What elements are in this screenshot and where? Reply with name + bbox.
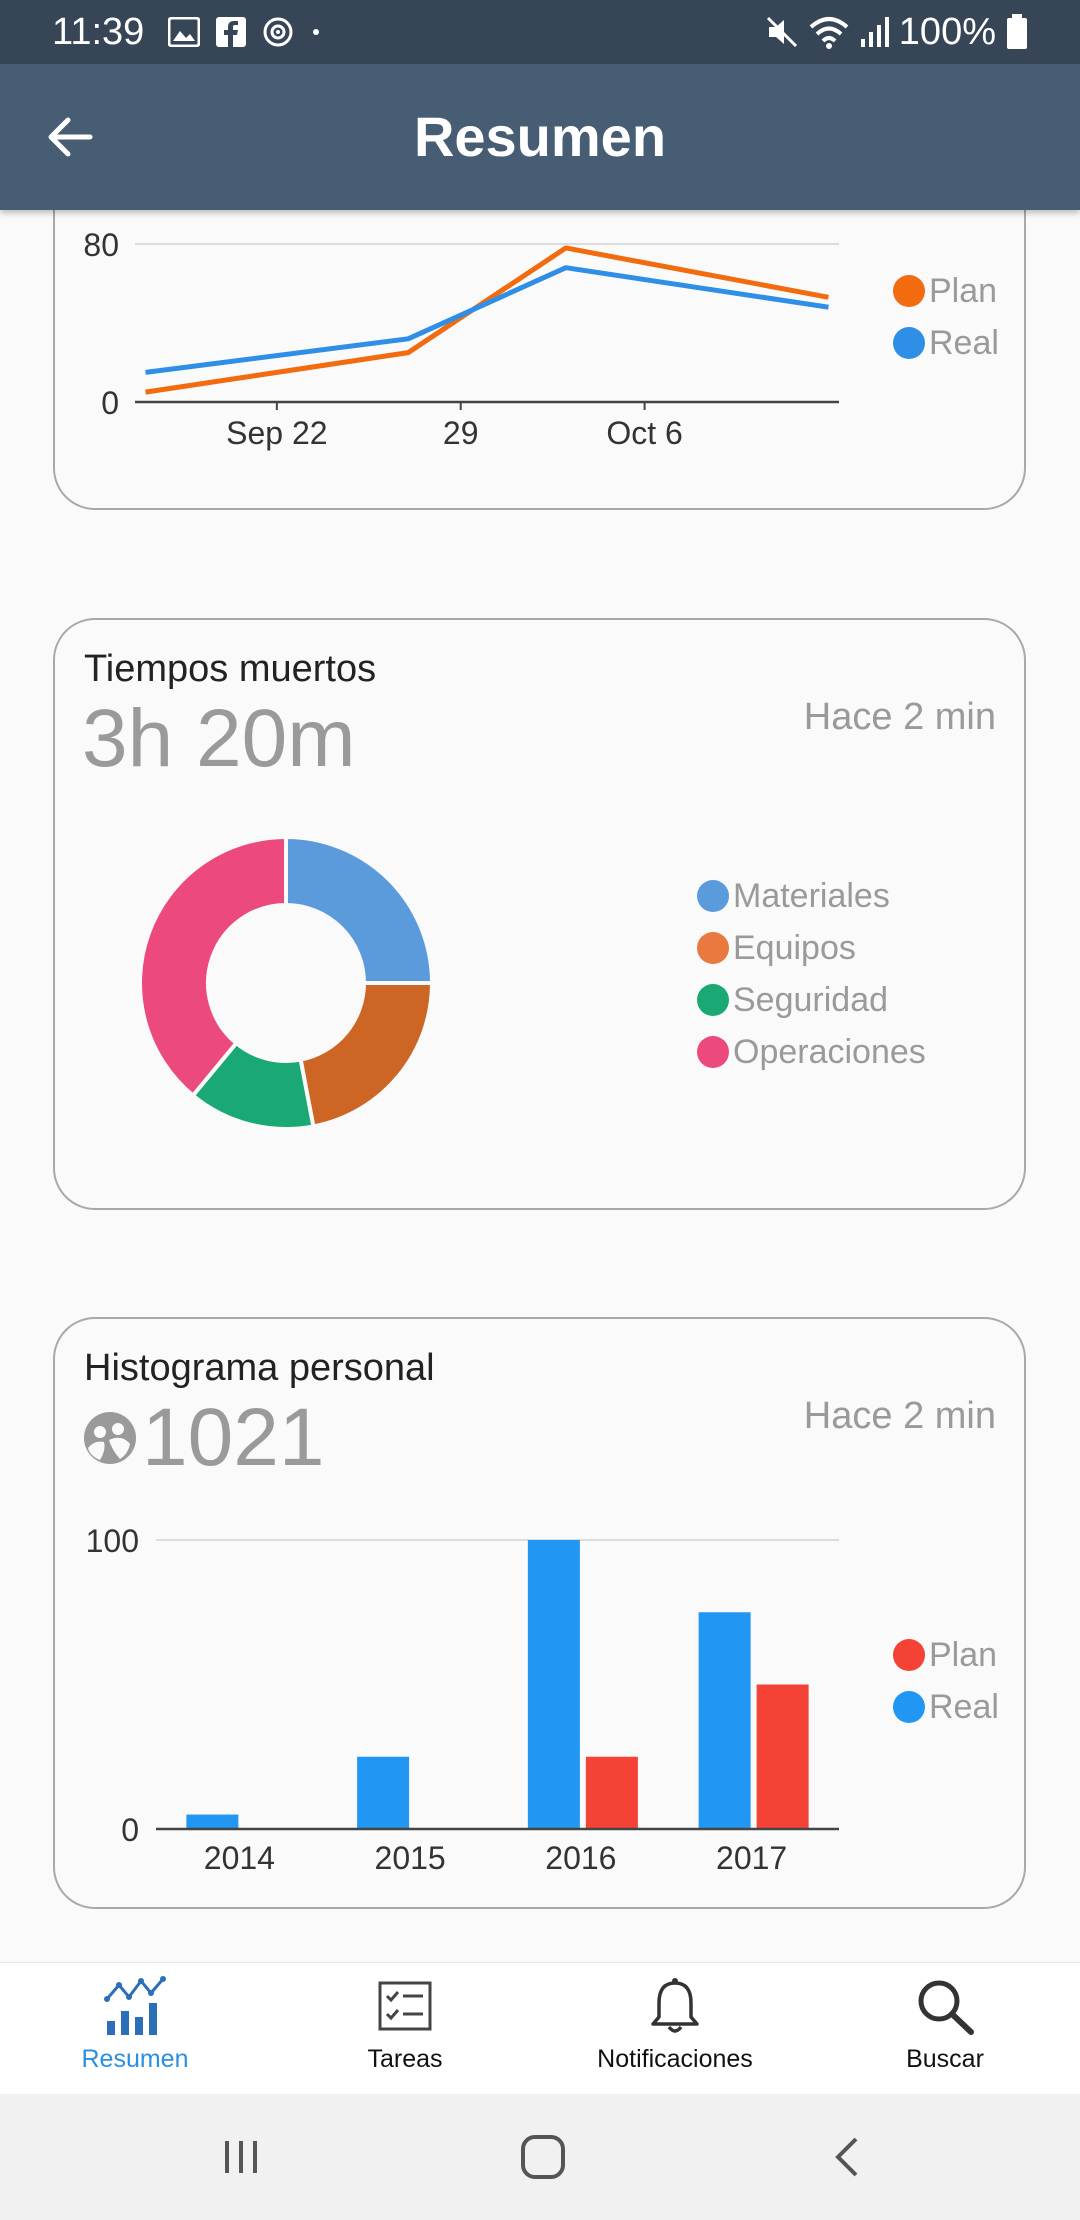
- legend-dot: [893, 275, 925, 307]
- chevron-left-icon: [835, 2137, 858, 2177]
- card-title: Tiempos muertos: [84, 648, 377, 690]
- bar-real-2017: [698, 1612, 751, 1829]
- legend-label: Materiales: [733, 876, 890, 915]
- x-tick-label: Oct 6: [606, 415, 682, 451]
- dot-icon: [313, 29, 319, 35]
- recent-apps-button[interactable]: [206, 2124, 276, 2190]
- legend-item-real: Real: [893, 1681, 999, 1733]
- bar-plan-2016: [585, 1756, 638, 1829]
- tab-resumen[interactable]: Resumen: [0, 1963, 270, 2094]
- nav-label: Buscar: [906, 2045, 984, 2073]
- legend-item-operaciones: Operaciones: [697, 1026, 926, 1078]
- checklist-icon: [378, 1981, 432, 2031]
- sync-icon: [263, 17, 293, 47]
- mute-icon: [766, 16, 797, 48]
- legend-dot: [697, 880, 729, 912]
- signal-icon: [860, 17, 889, 47]
- legend-dot: [697, 984, 729, 1016]
- y-tick-label: 0: [101, 385, 119, 421]
- system-status: 100%: [765, 9, 1028, 55]
- legend-item-plan: Plan: [893, 265, 999, 317]
- back-nav-button[interactable]: [812, 2124, 882, 2190]
- bar-chart-legend: Plan Real: [893, 1629, 999, 1733]
- search-icon: [918, 1980, 974, 2035]
- system-nav-bar: [0, 2094, 1080, 2220]
- bell-icon: [651, 1978, 699, 2033]
- image-icon: [168, 17, 200, 47]
- legend-item-equipos: Equipos: [697, 922, 926, 974]
- app-bar: Resumen: [0, 64, 1080, 210]
- line-chart-legend: Plan Real: [893, 265, 999, 369]
- x-tick-label: 2014: [204, 1840, 275, 1876]
- notification-icons: [168, 14, 322, 50]
- x-tick-label: Sep 22: [226, 415, 327, 451]
- legend-dot: [893, 1639, 925, 1671]
- histogram-card[interactable]: Histograma personal 1021 Hace 2 min 0 100…: [53, 1317, 1026, 1909]
- legend-dot: [893, 1691, 925, 1723]
- legend-label: Equipos: [733, 928, 856, 967]
- slice-materiales: [284, 834, 435, 985]
- summary-content[interactable]: 0 80 Sep 22 29 Oct 6 Plan Real Tiempos muert…: [0, 210, 1080, 1962]
- downtime-value: 3h 20m: [82, 693, 356, 784]
- legend-label: Real: [929, 323, 999, 362]
- bar-plan-2017: [756, 1684, 809, 1829]
- home-icon: [521, 2135, 565, 2179]
- tab-buscar[interactable]: Buscar: [810, 1963, 1080, 2094]
- legend-item-materiales: Materiales: [697, 870, 926, 922]
- tab-tareas[interactable]: Tareas: [270, 1963, 540, 2094]
- status-time: 11:39: [52, 11, 145, 53]
- nav-label: Resumen: [81, 2045, 189, 2073]
- home-button[interactable]: [508, 2124, 578, 2190]
- legend-dot: [697, 932, 729, 964]
- legend-item-seguridad: Seguridad: [697, 974, 926, 1026]
- x-tick-label: 2016: [545, 1840, 616, 1876]
- series-line-real: [145, 265, 829, 375]
- slice-equipos: [298, 981, 435, 1129]
- bar-chart: 0 100 2014 2015 2016 2017: [86, 1523, 839, 1876]
- bar-real-2014: [186, 1814, 239, 1829]
- recent-apps-icon: [225, 2141, 257, 2173]
- bar-real-2016: [527, 1540, 580, 1829]
- legend-label: Plan: [929, 1635, 998, 1674]
- battery-percent: 100%: [898, 10, 996, 53]
- nav-label: Tareas: [367, 2045, 443, 2073]
- y-tick-label: 80: [83, 227, 119, 263]
- tab-notificaciones[interactable]: Notificaciones: [540, 1963, 810, 2094]
- bottom-nav: Resumen Tareas Notificaciones Buscar: [0, 1962, 1080, 2094]
- page-title: Resumen: [413, 105, 667, 168]
- y-tick-label: 0: [121, 1812, 139, 1848]
- status-bar: 11:39 100%: [0, 0, 1080, 64]
- bar-real-2015: [357, 1756, 410, 1829]
- donut-legend: Materiales Equipos Seguridad Operaciones: [697, 870, 926, 1078]
- legend-label: Plan: [929, 271, 998, 310]
- progress-card[interactable]: 0 80 Sep 22 29 Oct 6 Plan Real: [53, 210, 1026, 510]
- legend-item-real: Real: [893, 317, 999, 369]
- updated-time: Hace 2 min: [803, 696, 996, 738]
- line-chart: 0 80 Sep 22 29 Oct 6: [83, 227, 839, 451]
- nav-label: Notificaciones: [597, 2045, 753, 2073]
- facebook-icon: [216, 17, 246, 47]
- legend-dot: [697, 1036, 729, 1068]
- battery-icon: [1007, 14, 1027, 49]
- legend-label: Real: [929, 1687, 999, 1726]
- series-line-plan: [145, 245, 829, 395]
- x-tick-label: 2017: [716, 1840, 787, 1876]
- legend-label: Operaciones: [733, 1032, 926, 1071]
- x-tick-label: 29: [443, 415, 479, 451]
- downtime-card[interactable]: Tiempos muertos 3h 20m Hace 2 min Materi…: [53, 618, 1026, 1210]
- donut-chart: [138, 834, 435, 1131]
- bar-chart-icon: [104, 1976, 166, 2035]
- legend-label: Seguridad: [733, 980, 889, 1019]
- y-tick-label: 100: [86, 1523, 139, 1559]
- legend-dot: [893, 327, 925, 359]
- x-tick-label: 2015: [375, 1840, 446, 1876]
- legend-item-plan: Plan: [893, 1629, 999, 1681]
- wifi-icon: [809, 17, 849, 49]
